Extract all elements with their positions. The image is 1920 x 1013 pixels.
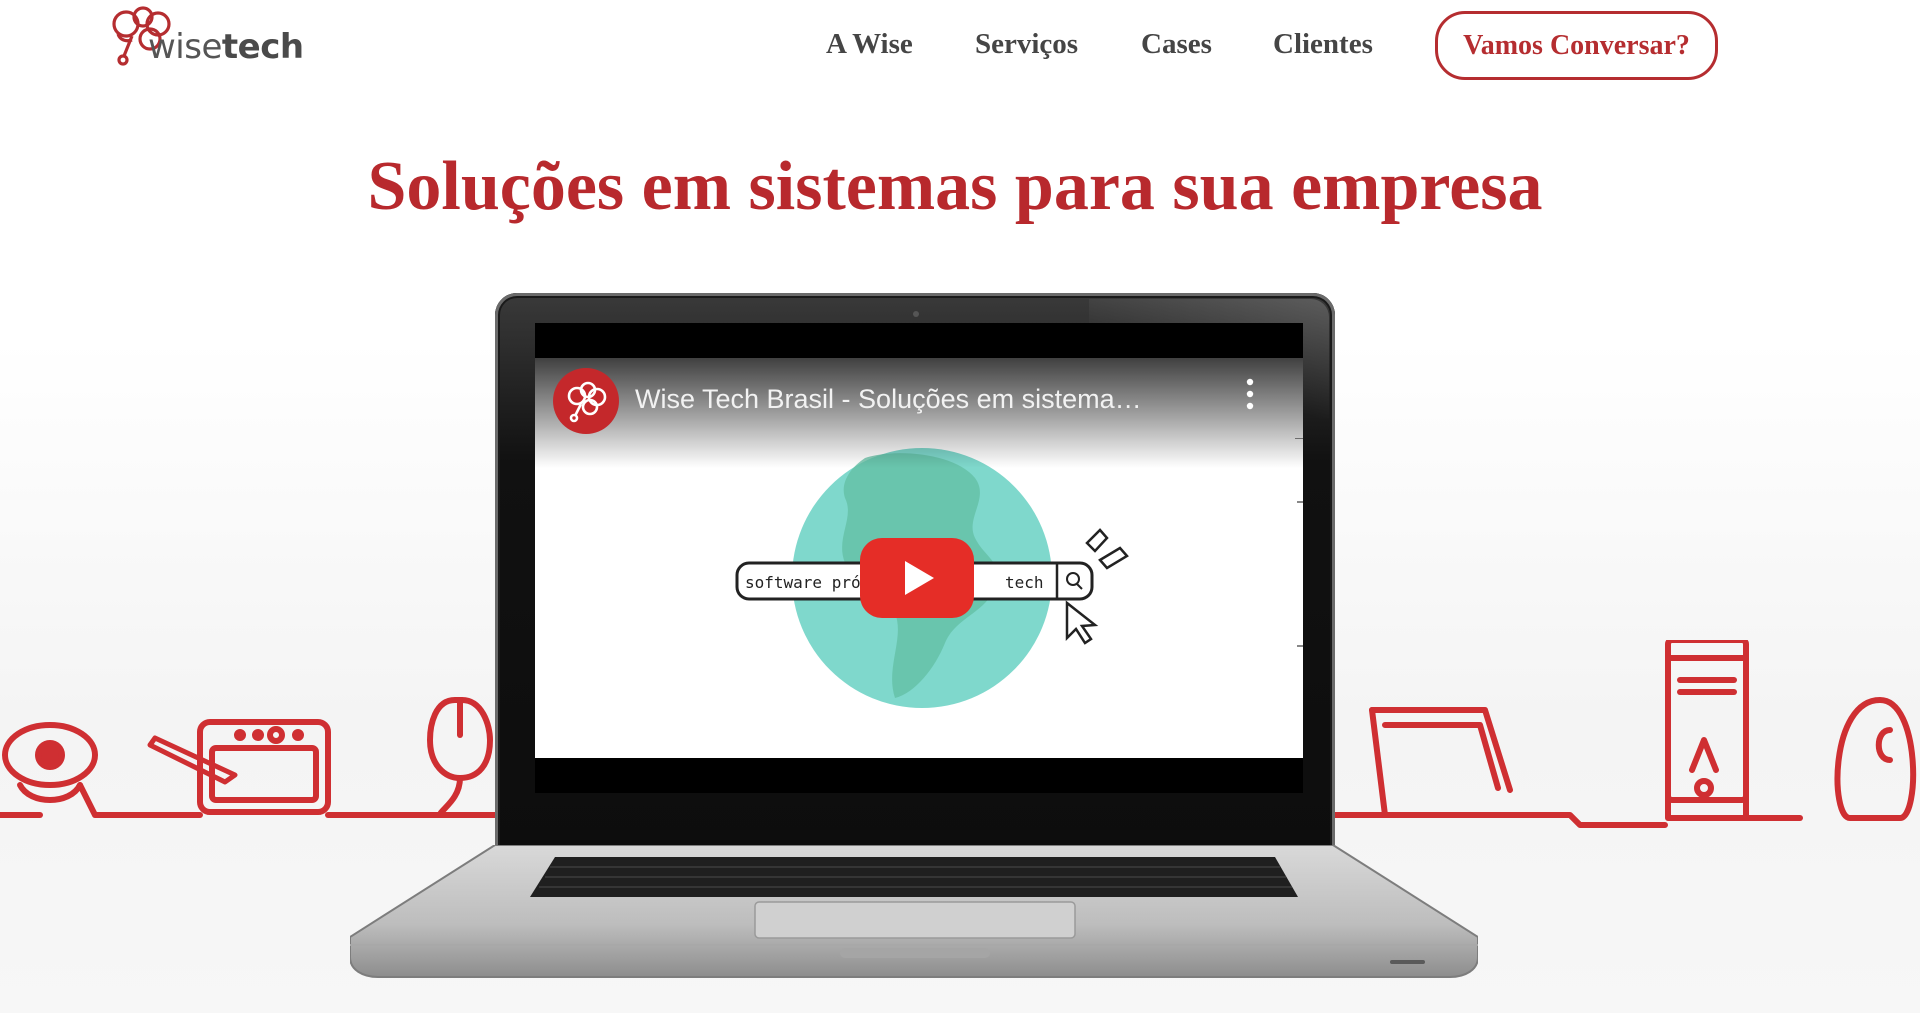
search-text-left: software próp: [745, 573, 870, 592]
speaker-icon: [1834, 697, 1917, 821]
logo-text-light: wise: [148, 27, 222, 67]
embedded-video-player[interactable]: software próp tech Wise Tech Brasil - So…: [535, 358, 1303, 758]
pc-tower-icon: [1665, 640, 1749, 821]
webcam-icon: [2, 722, 203, 818]
video-title[interactable]: Wise Tech Brasil - Soluções em sistema…: [635, 384, 1142, 415]
mouse-icon: [427, 697, 503, 818]
brain-logo-icon: [567, 381, 607, 423]
channel-avatar[interactable]: [553, 368, 619, 434]
page: wisetech A Wise Serviços Cases Clientes …: [0, 0, 1920, 1013]
laptop-screen: software próp tech Wise Tech Brasil - So…: [535, 323, 1303, 793]
nav-link-servicos[interactable]: Serviços: [975, 30, 1078, 59]
drawing-tablet-icon: [147, 719, 331, 815]
contact-cta-button[interactable]: Vamos Conversar?: [1435, 11, 1718, 80]
logo-text-bold: tech: [221, 27, 304, 67]
nav-link-a-wise[interactable]: A Wise: [826, 30, 913, 59]
more-vert-icon[interactable]: [1235, 374, 1265, 414]
video-title-bar: Wise Tech Brasil - Soluções em sistema…: [535, 358, 1303, 468]
sparkle-lines: [1085, 528, 1129, 570]
logo-text: wisetech: [148, 30, 304, 64]
nav-link-cases[interactable]: Cases: [1141, 30, 1212, 59]
cursor-icon: [1065, 600, 1099, 645]
nav-link-clientes[interactable]: Clientes: [1273, 30, 1373, 59]
search-text-right: tech: [1005, 573, 1044, 592]
hero-title: Soluções em sistemas para sua empresa: [367, 148, 1543, 225]
laptop-outline-icon: [1369, 707, 1668, 828]
laptop-camera: [913, 311, 919, 317]
laptop-base: [350, 845, 1478, 978]
youtube-play-icon[interactable]: [860, 538, 974, 618]
